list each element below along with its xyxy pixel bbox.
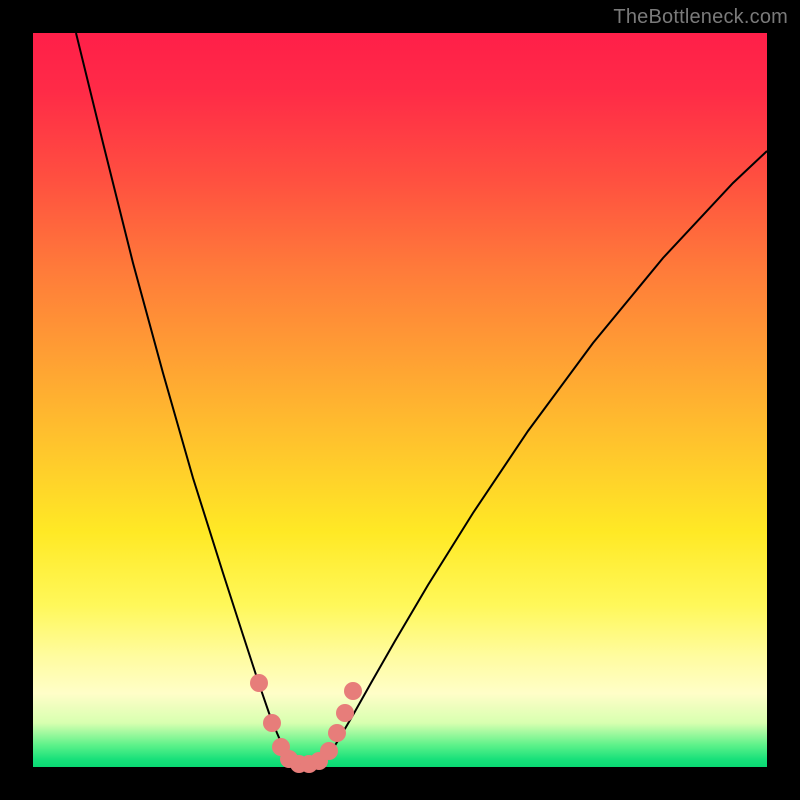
marker-group xyxy=(250,674,362,773)
left-curve-path xyxy=(76,33,295,766)
watermark-text: TheBottleneck.com xyxy=(613,6,788,29)
chart-frame: TheBottleneck.com xyxy=(0,0,800,800)
curve-layer xyxy=(33,33,767,767)
right-curve-path xyxy=(321,151,767,766)
marker-dot xyxy=(344,682,362,700)
marker-dot xyxy=(336,704,354,722)
marker-dot xyxy=(250,674,268,692)
marker-dot xyxy=(263,714,281,732)
marker-dot xyxy=(320,742,338,760)
marker-dot xyxy=(328,724,346,742)
